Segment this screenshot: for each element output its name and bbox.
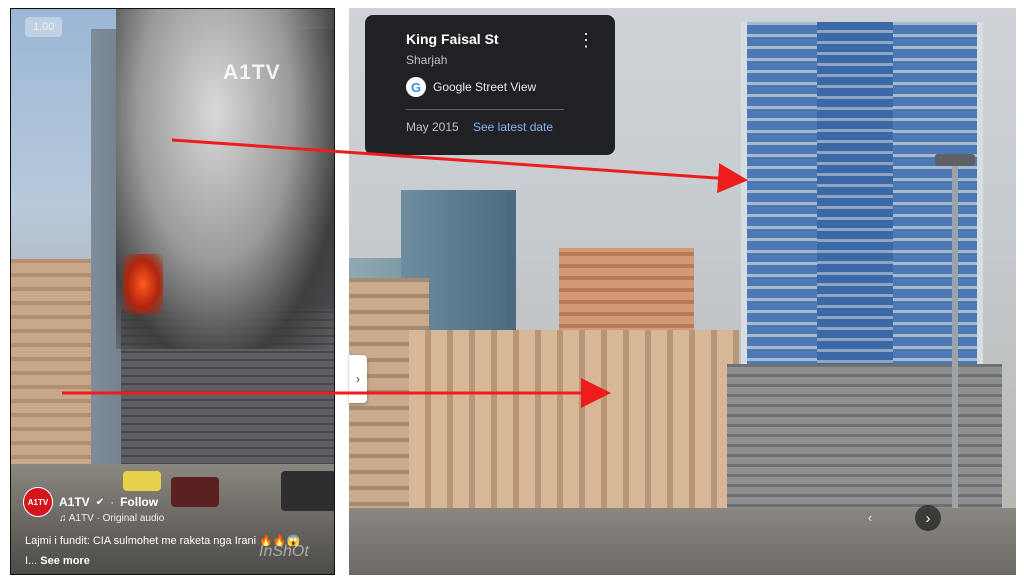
divider: [406, 109, 564, 110]
apartment-building: [11, 259, 96, 469]
collapse-panel-button[interactable]: ›: [349, 355, 367, 403]
car: [281, 471, 334, 511]
place-title: King Faisal St: [406, 31, 499, 47]
place-subtitle: Sharjah: [406, 53, 448, 67]
see-more-row: I... See more: [25, 555, 90, 567]
channel-name[interactable]: A1TV: [59, 495, 90, 509]
verified-icon: ✔: [95, 496, 105, 508]
capture-date: May 2015: [406, 120, 459, 134]
caption-truncation: I...: [25, 555, 38, 567]
street-lamp: [935, 154, 975, 166]
follow-button[interactable]: Follow: [120, 495, 158, 509]
see-latest-date-link[interactable]: See latest date: [473, 120, 553, 134]
provider-row: G Google Street View: [406, 77, 536, 97]
glass-tower: [741, 22, 983, 382]
original-audio-link[interactable]: ♫ A1TV · Original audio: [59, 513, 164, 524]
fire-flames: [123, 254, 163, 314]
street-lamp-pole: [952, 158, 958, 518]
more-vert-icon[interactable]: ⋮: [577, 31, 595, 49]
channel-avatar[interactable]: A1TV: [23, 487, 53, 517]
provider-label: Google Street View: [433, 80, 537, 94]
car: [171, 477, 219, 507]
chevron-right-icon: ›: [356, 372, 360, 386]
see-more-link[interactable]: See more: [40, 555, 90, 567]
apartment-building: [409, 330, 739, 520]
location-info-card: King Faisal St Sharjah ⋮ G Google Street…: [365, 15, 615, 155]
post-caption: Lajmi i fundit: CIA sulmohet me raketa n…: [25, 535, 301, 547]
google-logo-icon: G: [406, 77, 426, 97]
channel-watermark: A1TV: [223, 61, 281, 84]
video-reel-panel[interactable]: 1.00 A1TV InShOt A1TV A1TV ✔ · Follow ♫ …: [10, 8, 335, 575]
tower-podium: [727, 364, 1002, 514]
chevron-left-icon[interactable]: ‹: [860, 507, 880, 527]
chevron-right-icon[interactable]: ›: [915, 505, 941, 531]
playback-speed-badge[interactable]: 1.00: [25, 17, 63, 37]
separator-dot: ·: [110, 495, 115, 509]
